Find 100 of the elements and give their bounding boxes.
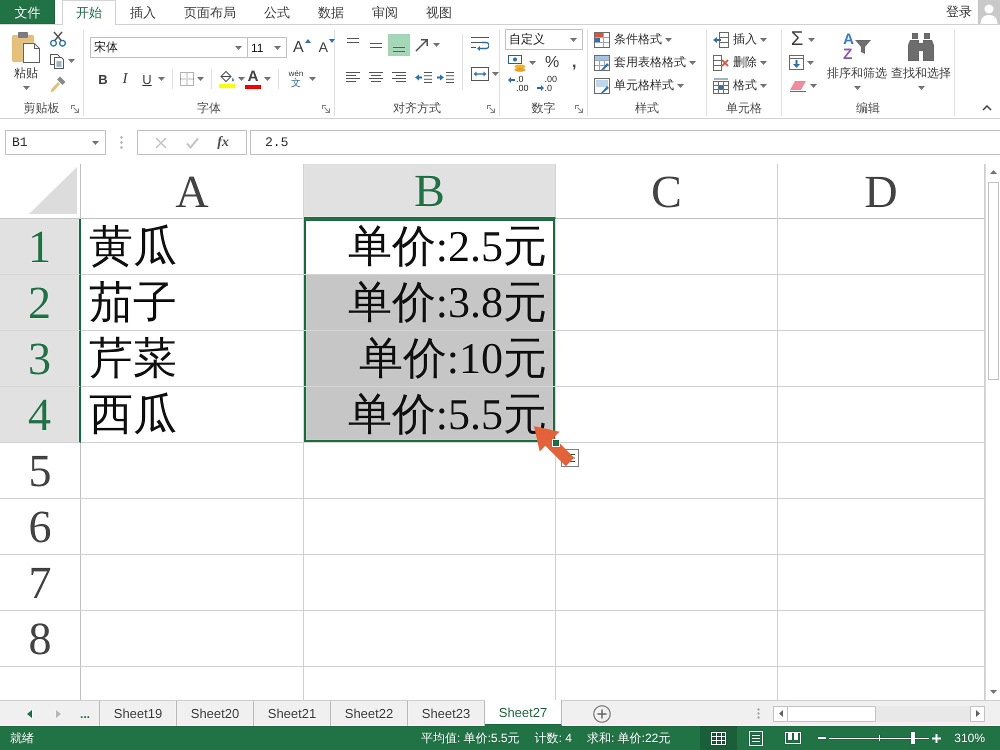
vertical-dots-icon[interactable] <box>757 708 760 719</box>
scroll-down-icon[interactable] <box>990 690 996 694</box>
merge-cells-icon[interactable] <box>471 67 489 81</box>
caret-icon[interactable] <box>570 38 577 42</box>
find-select-button[interactable]: 查找和选择 <box>889 30 953 90</box>
row-header[interactable]: 2 <box>0 275 81 331</box>
phonetic-guide-button[interactable]: wén 文 <box>286 68 306 90</box>
increase-decimal-button[interactable]: .0 .00 <box>508 75 529 93</box>
caret-icon[interactable] <box>529 61 536 65</box>
diagonal-arrow-icon[interactable] <box>415 38 429 52</box>
file-tab[interactable]: 文件 <box>0 0 55 24</box>
paint-bucket-icon[interactable] <box>219 70 235 83</box>
increase-indent-icon[interactable] <box>437 72 454 82</box>
formula-input[interactable]: 2.5 <box>250 130 1000 155</box>
ribbon-tab[interactable]: 公式 <box>250 0 304 24</box>
fill-down-icon[interactable] <box>789 55 804 70</box>
dialog-launcher-icon[interactable] <box>71 104 79 112</box>
underline-button[interactable]: U <box>139 69 155 89</box>
scroll-left-button[interactable] <box>773 706 788 722</box>
bottom-align-button[interactable] <box>388 34 410 56</box>
caret-icon[interactable] <box>492 72 499 76</box>
chevron-up-icon[interactable] <box>982 105 992 111</box>
caret-icon[interactable] <box>689 60 696 64</box>
ribbon-tab[interactable]: 插入 <box>116 0 170 24</box>
caret-icon[interactable] <box>665 38 672 42</box>
font-size-box[interactable]: 11 <box>247 37 287 58</box>
eraser-icon[interactable] <box>789 80 807 92</box>
caret-icon[interactable] <box>760 84 767 88</box>
row-header[interactable]: 4 <box>0 387 81 443</box>
fill-handle[interactable] <box>552 439 560 447</box>
sign-in-link[interactable]: 登录 <box>940 0 978 24</box>
caret-icon[interactable] <box>433 43 440 47</box>
money-stack-icon[interactable] <box>508 54 526 72</box>
wrap-text-icon[interactable] <box>471 37 489 53</box>
ribbon-tab[interactable]: 数据 <box>304 0 358 24</box>
vertical-dots-icon[interactable] <box>120 136 123 149</box>
conditional-formatting-button[interactable]: 条件格式 <box>594 28 672 51</box>
add-sheet-icon[interactable] <box>593 704 611 722</box>
zoom-slider-thumb[interactable] <box>911 732 916 744</box>
paste-button[interactable]: 粘贴 <box>9 30 43 90</box>
more-sheets-button[interactable]: ... <box>80 706 90 720</box>
caret-icon[interactable] <box>68 59 75 63</box>
scroll-right-icon[interactable] <box>976 710 980 717</box>
previous-sheet-icon[interactable] <box>27 710 32 718</box>
caret-icon[interactable] <box>92 140 99 144</box>
caret-icon[interactable] <box>760 60 767 64</box>
caret-icon[interactable] <box>197 77 204 81</box>
caret-icon[interactable] <box>238 77 245 81</box>
zoom-level-text[interactable]: 310% <box>954 731 985 745</box>
caret-icon[interactable] <box>309 77 316 81</box>
ribbon-tab[interactable]: 视图 <box>412 0 466 24</box>
spreadsheet-cell[interactable]: 单价:3.8元 <box>304 275 556 331</box>
spreadsheet-cell[interactable]: 单价:2.5元 <box>304 219 556 275</box>
format-as-table-button[interactable]: 套用表格格式 <box>594 51 696 74</box>
caret-icon[interactable] <box>854 86 860 90</box>
sheet-tab[interactable]: Sheet27 <box>485 700 562 726</box>
font-color-button[interactable]: A <box>245 68 261 90</box>
column-header[interactable]: B <box>304 164 556 219</box>
dialog-launcher-icon[interactable] <box>487 104 495 112</box>
caret-icon[interactable] <box>264 77 271 81</box>
grow-font-button[interactable]: A <box>293 38 311 58</box>
scroll-up-icon[interactable] <box>990 170 996 174</box>
sort-filter-button[interactable]: A Z 排序和筛选 <box>825 30 889 90</box>
shrink-font-button[interactable]: A <box>318 38 336 58</box>
caret-icon[interactable] <box>918 86 924 90</box>
scroll-left-icon[interactable] <box>778 710 782 717</box>
scroll-thumb[interactable] <box>988 182 998 380</box>
scissors-icon[interactable] <box>49 31 67 47</box>
insert-button[interactable]: 插入 <box>713 28 767 51</box>
decrease-decimal-button[interactable]: .00 .0 <box>536 75 558 93</box>
caret-icon[interactable] <box>760 38 767 42</box>
caret-icon[interactable] <box>677 84 684 88</box>
row-header[interactable]: 3 <box>0 331 81 387</box>
comma-style-button[interactable]: , <box>567 54 582 72</box>
number-format-box[interactable]: 自定义 <box>505 29 583 50</box>
dialog-launcher-icon[interactable] <box>575 104 583 112</box>
format-button[interactable]: 格式 <box>713 74 767 97</box>
borders-icon[interactable] <box>180 72 194 86</box>
caret-icon[interactable] <box>158 77 165 81</box>
row-header[interactable]: 1 <box>0 219 81 275</box>
insert-function-button[interactable]: fx <box>217 134 229 150</box>
caret-icon[interactable] <box>235 46 242 50</box>
paintbrush-icon[interactable] <box>49 75 67 93</box>
font-name-box[interactable]: 宋体 <box>90 37 248 58</box>
cell-styles-button[interactable]: 单元格样式 <box>594 74 684 97</box>
copy-icon[interactable] <box>49 53 65 69</box>
autosum-button[interactable]: Σ <box>789 28 805 51</box>
spreadsheet-cell[interactable]: 单价:10元 <box>304 331 556 387</box>
caret-icon[interactable] <box>22 86 30 90</box>
bold-button[interactable]: B <box>95 69 111 89</box>
caret-icon[interactable] <box>807 60 814 64</box>
ribbon-tab[interactable]: 开始 <box>62 0 116 25</box>
normal-view-button[interactable] <box>700 726 738 750</box>
ribbon-tab[interactable]: 审阅 <box>358 0 412 24</box>
zoom-in-icon[interactable] <box>932 734 942 742</box>
scroll-thumb[interactable] <box>787 706 876 722</box>
decrease-indent-icon[interactable] <box>415 72 432 82</box>
dialog-launcher-icon[interactable] <box>322 104 330 112</box>
caret-icon[interactable] <box>810 84 817 88</box>
scroll-right-button[interactable] <box>970 706 985 722</box>
